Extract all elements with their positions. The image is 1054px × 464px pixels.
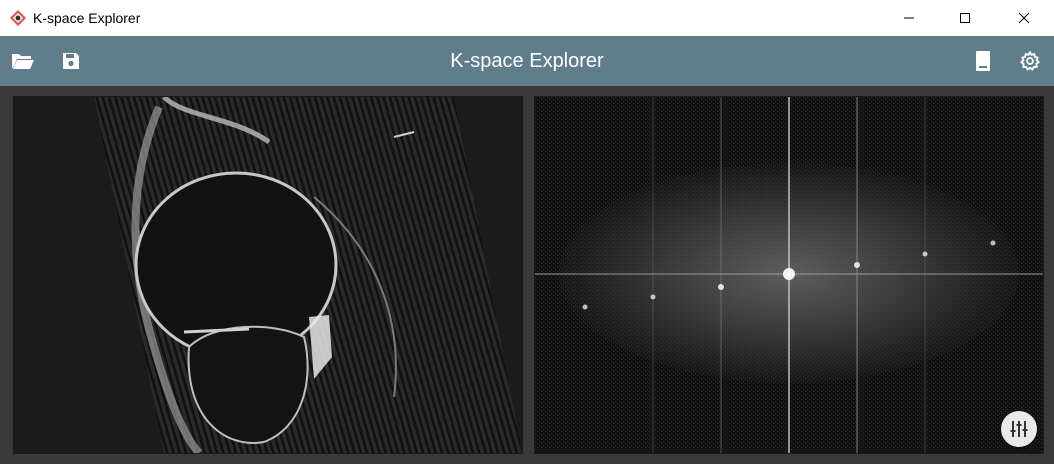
window-titlebar: K-space Explorer (0, 0, 1054, 36)
save-button[interactable] (57, 47, 85, 75)
close-button[interactable] (1001, 0, 1047, 36)
kspace-panel[interactable] (534, 96, 1044, 454)
maximize-button[interactable] (942, 0, 988, 36)
minimize-icon (904, 17, 914, 19)
open-file-button[interactable] (9, 47, 37, 75)
minimize-button[interactable] (886, 0, 932, 36)
adjust-settings-button[interactable] (1001, 411, 1037, 447)
mri-image (14, 97, 522, 453)
app-toolbar: K-space Explorer (0, 36, 1054, 86)
bookmark-button[interactable] (969, 47, 997, 75)
maximize-icon (960, 13, 970, 23)
app-logo-icon (10, 10, 26, 26)
sliders-icon (1010, 421, 1028, 437)
folder-open-icon (12, 54, 34, 69)
app-title: K-space Explorer (450, 50, 604, 72)
window-title: K-space Explorer (33, 10, 141, 26)
close-icon (1018, 12, 1030, 24)
settings-button[interactable] (1016, 47, 1044, 75)
kspace-spectrum (535, 97, 1043, 453)
bookmark-icon (976, 51, 990, 71)
image-panel[interactable] (13, 96, 523, 454)
save-icon (63, 53, 79, 69)
gear-icon (1019, 50, 1041, 71)
